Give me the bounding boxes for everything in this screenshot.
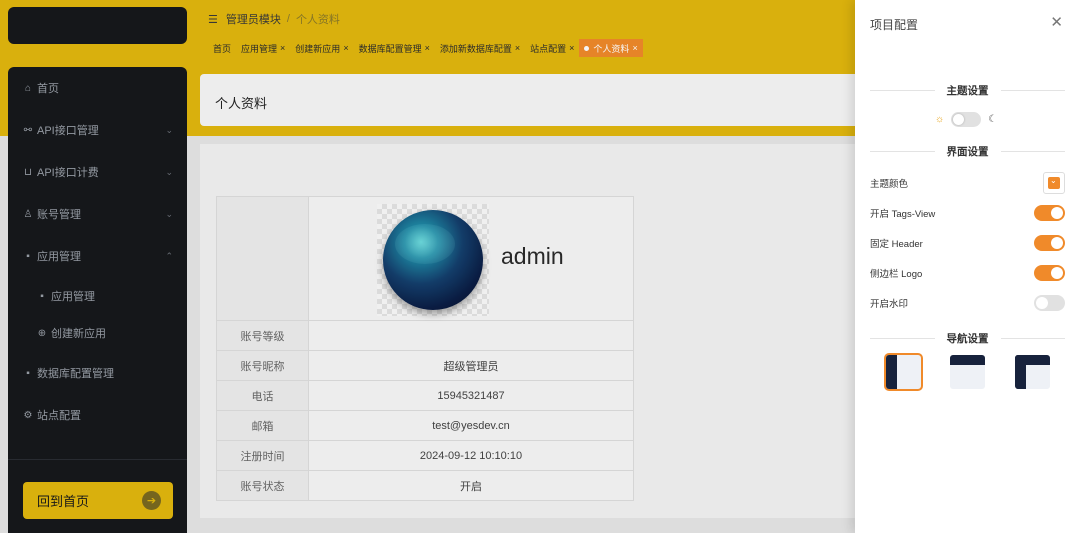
settings-drawer: 项目配置 ✕ 主题设置 ☼ ☾ 界面设置 主题颜色 ⌄ 开启 Tags-View… (855, 0, 1080, 533)
layout-sidebar-block (1015, 355, 1026, 389)
watermark-switch[interactable] (1034, 295, 1065, 311)
layout-mixed-option[interactable] (1015, 355, 1050, 389)
chevron-down-icon: ⌄ (1050, 176, 1057, 185)
sidebar-logo-switch[interactable] (1034, 265, 1065, 281)
setting-label: 开启水印 (870, 299, 909, 310)
setting-theme-color: 主题颜色 ⌄ (870, 172, 1065, 194)
divider (1000, 337, 1065, 339)
layout-top-bar-option[interactable] (950, 355, 985, 389)
divider (1000, 150, 1065, 152)
moon-icon: ☾ (988, 114, 998, 125)
sun-icon: ☼ (935, 114, 945, 125)
theme-section-title: 主题设置 (870, 83, 1065, 97)
layout-topbar-block (950, 355, 985, 365)
nav-section-title: 导航设置 (870, 331, 1065, 345)
setting-label: 固定 Header (870, 239, 923, 250)
section-label: 界面设置 (946, 145, 989, 158)
setting-sidebar-logo: 侧边栏 Logo (870, 265, 1065, 281)
divider (870, 337, 935, 339)
divider (870, 89, 935, 91)
setting-label: 开启 Tags-View (870, 209, 936, 220)
layout-sidebar-block (886, 355, 897, 389)
divider (870, 150, 935, 152)
theme-color-picker[interactable]: ⌄ (1043, 172, 1065, 194)
setting-tags-view: 开启 Tags-View (870, 205, 1065, 221)
divider (1000, 89, 1065, 91)
dark-mode-switch[interactable] (951, 112, 982, 127)
ui-section-title: 界面设置 (870, 144, 1065, 158)
setting-watermark: 开启水印 (870, 295, 1065, 311)
modal-overlay[interactable] (0, 0, 855, 533)
section-label: 导航设置 (946, 332, 989, 345)
close-icon[interactable]: ✕ (1050, 13, 1063, 31)
drawer-title: 项目配置 (870, 18, 919, 32)
setting-label: 主题颜色 (870, 179, 909, 190)
setting-fixed-header: 固定 Header (870, 235, 1065, 251)
setting-label: 侧边栏 Logo (870, 269, 923, 280)
tags-view-switch[interactable] (1034, 205, 1065, 221)
layout-left-sidebar-option[interactable] (884, 353, 923, 391)
theme-toggle-row: ☼ ☾ (935, 112, 997, 127)
fixed-header-switch[interactable] (1034, 235, 1065, 251)
section-label: 主题设置 (946, 84, 989, 97)
